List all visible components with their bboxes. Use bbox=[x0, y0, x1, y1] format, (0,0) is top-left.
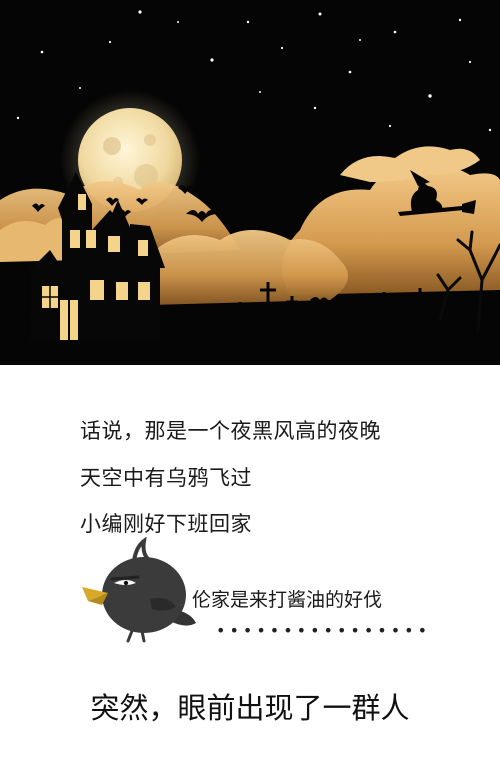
story-line-2: 天空中有乌鸦飞过 bbox=[80, 466, 252, 490]
story-line-1: 话说，那是一个夜黑风高的夜晚 bbox=[80, 419, 381, 443]
night-illustration bbox=[0, 10, 500, 365]
bottom-caption: 突然，眼前出现了一群人 bbox=[90, 691, 410, 725]
story-section: 话说，那是一个夜黑风高的夜晚 天空中有乌鸦飞过 小编刚好下班回家 伦家是来打酱油… bbox=[0, 365, 500, 765]
dotted-line: •••••••••••••••• bbox=[216, 621, 431, 640]
halloween-scene bbox=[0, 0, 500, 365]
crow-icon bbox=[78, 536, 208, 647]
story-line-3: 小编刚好下班回家 bbox=[80, 512, 252, 536]
page: 话说，那是一个夜黑风高的夜晚 天空中有乌鸦飞过 小编刚好下班回家 伦家是来打酱油… bbox=[0, 0, 500, 765]
crow-speech: 伦家是来打酱油的好伐 bbox=[192, 589, 383, 611]
